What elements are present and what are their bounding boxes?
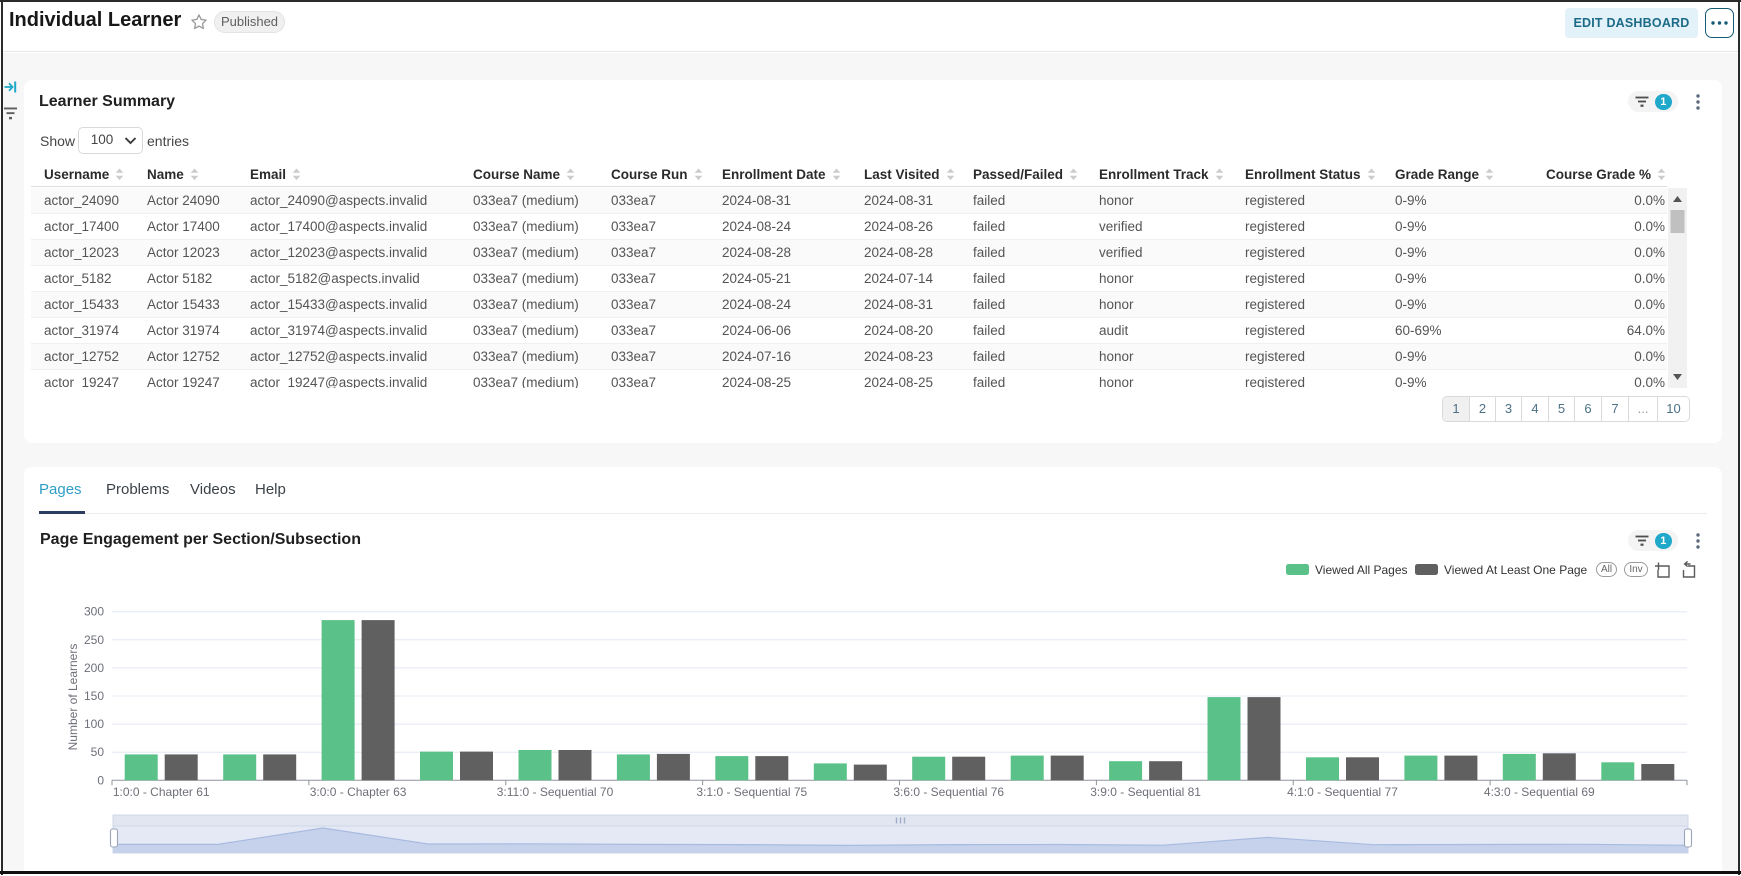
svg-text:3:9:0 - Sequential 81: 3:9:0 - Sequential 81 [1090,785,1201,799]
svg-text:3:11:0 - Sequential 70: 3:11:0 - Sequential 70 [497,785,614,799]
svg-text:0: 0 [97,773,104,787]
svg-text:3:6:0 - Sequential 76: 3:6:0 - Sequential 76 [893,785,1004,799]
svg-text:300: 300 [84,605,104,619]
svg-text:4:1:0 - Sequential 77: 4:1:0 - Sequential 77 [1287,785,1398,799]
svg-text:1:0:0 - Chapter 61: 1:0:0 - Chapter 61 [113,785,210,799]
svg-text:Number of Learners: Number of Learners [66,644,80,751]
svg-text:3:0:0 - Chapter 63: 3:0:0 - Chapter 63 [310,785,407,799]
svg-text:4:3:0 - Sequential 69: 4:3:0 - Sequential 69 [1484,785,1595,799]
svg-text:250: 250 [84,633,104,647]
svg-text:3:1:0 - Sequential 75: 3:1:0 - Sequential 75 [696,785,807,799]
svg-text:100: 100 [84,717,104,731]
svg-text:50: 50 [91,745,105,759]
svg-text:200: 200 [84,661,104,675]
svg-text:150: 150 [84,689,104,703]
